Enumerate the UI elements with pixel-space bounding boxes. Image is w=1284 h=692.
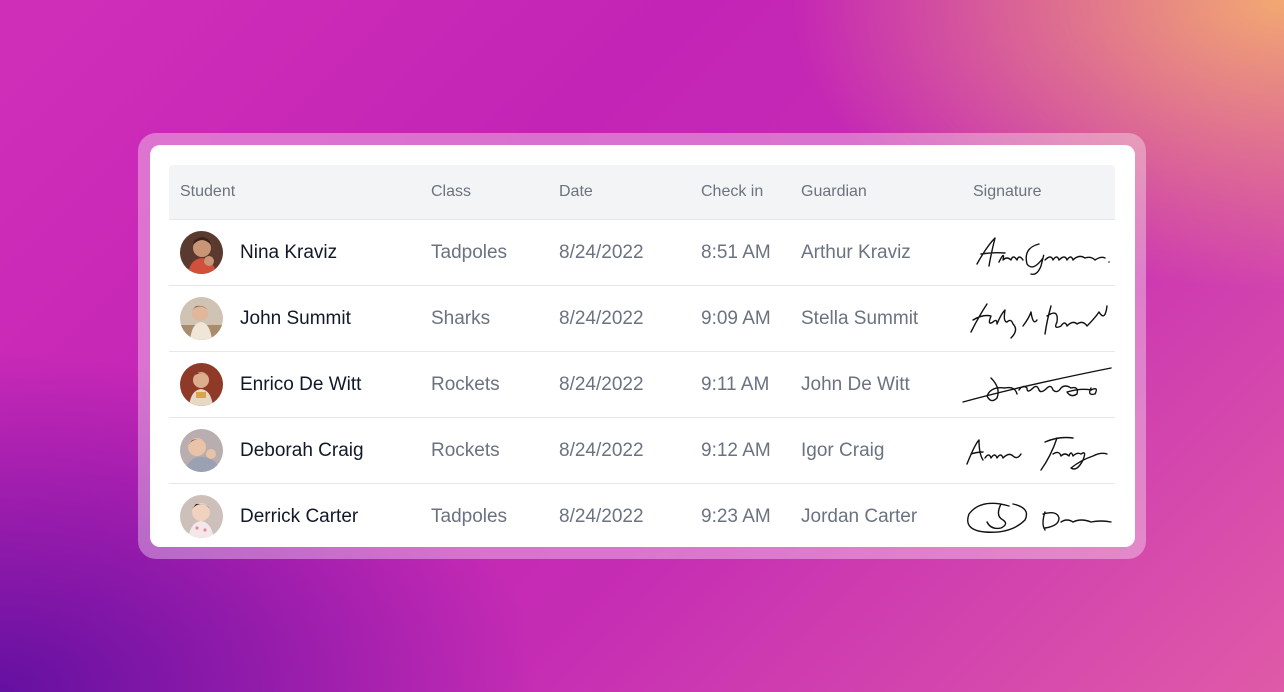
student-avatar xyxy=(180,297,223,340)
column-header-signature[interactable]: Signature xyxy=(973,165,1042,219)
class-name: Rockets xyxy=(431,440,500,461)
checkin-date: 8/24/2022 xyxy=(559,374,644,395)
checkin-date: 8/24/2022 xyxy=(559,308,644,329)
signature-image xyxy=(970,303,1108,339)
guardian-name: John De Witt xyxy=(801,374,910,395)
checkin-time: 9:09 AM xyxy=(701,308,771,329)
checkin-time: 9:23 AM xyxy=(701,506,771,527)
table-header: Student Class Date Check in Guardian Sig… xyxy=(169,165,1115,220)
student-name: Derrick Carter xyxy=(240,506,359,527)
column-header-student[interactable]: Student xyxy=(180,165,235,219)
column-header-class[interactable]: Class xyxy=(431,165,471,219)
student-name: Nina Kraviz xyxy=(240,242,338,263)
student-avatar xyxy=(180,231,223,274)
checkin-date: 8/24/2022 xyxy=(559,440,644,461)
guardian-name: Stella Summit xyxy=(801,308,919,329)
signature-image xyxy=(967,502,1112,533)
class-name: Rockets xyxy=(431,374,500,395)
signature-image xyxy=(976,237,1110,276)
guardian-name: Jordan Carter xyxy=(801,506,918,527)
class-name: Tadpoles xyxy=(431,242,508,263)
checkin-date: 8/24/2022 xyxy=(559,506,644,527)
student-avatar xyxy=(180,429,223,472)
checkin-time: 9:11 AM xyxy=(701,374,770,395)
column-header-guardian[interactable]: Guardian xyxy=(801,165,867,219)
guardian-name: Igor Craig xyxy=(801,440,885,461)
table-row[interactable]: Derrick Carter Tadpoles 8/24/2022 9:23 A… xyxy=(169,484,1115,547)
column-header-date[interactable]: Date xyxy=(559,165,593,219)
table-row[interactable]: Enrico De Witt Rockets 8/24/2022 9:11 AM… xyxy=(169,352,1115,418)
guardian-name: Arthur Kraviz xyxy=(801,242,911,263)
class-name: Tadpoles xyxy=(431,506,508,527)
table-row[interactable]: Nina Kraviz Tadpoles 8/24/2022 8:51 AM A… xyxy=(169,220,1115,286)
signature-image xyxy=(962,367,1112,403)
checkin-table: Student Class Date Check in Guardian Sig… xyxy=(169,165,1115,547)
checkin-date: 8/24/2022 xyxy=(559,242,644,263)
table-row[interactable]: John Summit Sharks 8/24/2022 9:09 AM Ste… xyxy=(169,286,1115,352)
student-name: Enrico De Witt xyxy=(240,374,362,395)
table-row[interactable]: Deborah Craig Rockets 8/24/2022 9:12 AM … xyxy=(169,418,1115,484)
checkin-time: 8:51 AM xyxy=(701,242,771,263)
class-name: Sharks xyxy=(431,308,491,329)
checkin-card: Student Class Date Check in Guardian Sig… xyxy=(150,145,1135,547)
student-name: Deborah Craig xyxy=(240,440,364,461)
student-name: John Summit xyxy=(240,308,351,329)
student-avatar xyxy=(180,495,223,538)
checkin-time: 9:12 AM xyxy=(701,440,771,461)
student-avatar xyxy=(180,363,223,406)
signature-image xyxy=(966,436,1108,471)
column-header-checkin[interactable]: Check in xyxy=(701,165,763,219)
